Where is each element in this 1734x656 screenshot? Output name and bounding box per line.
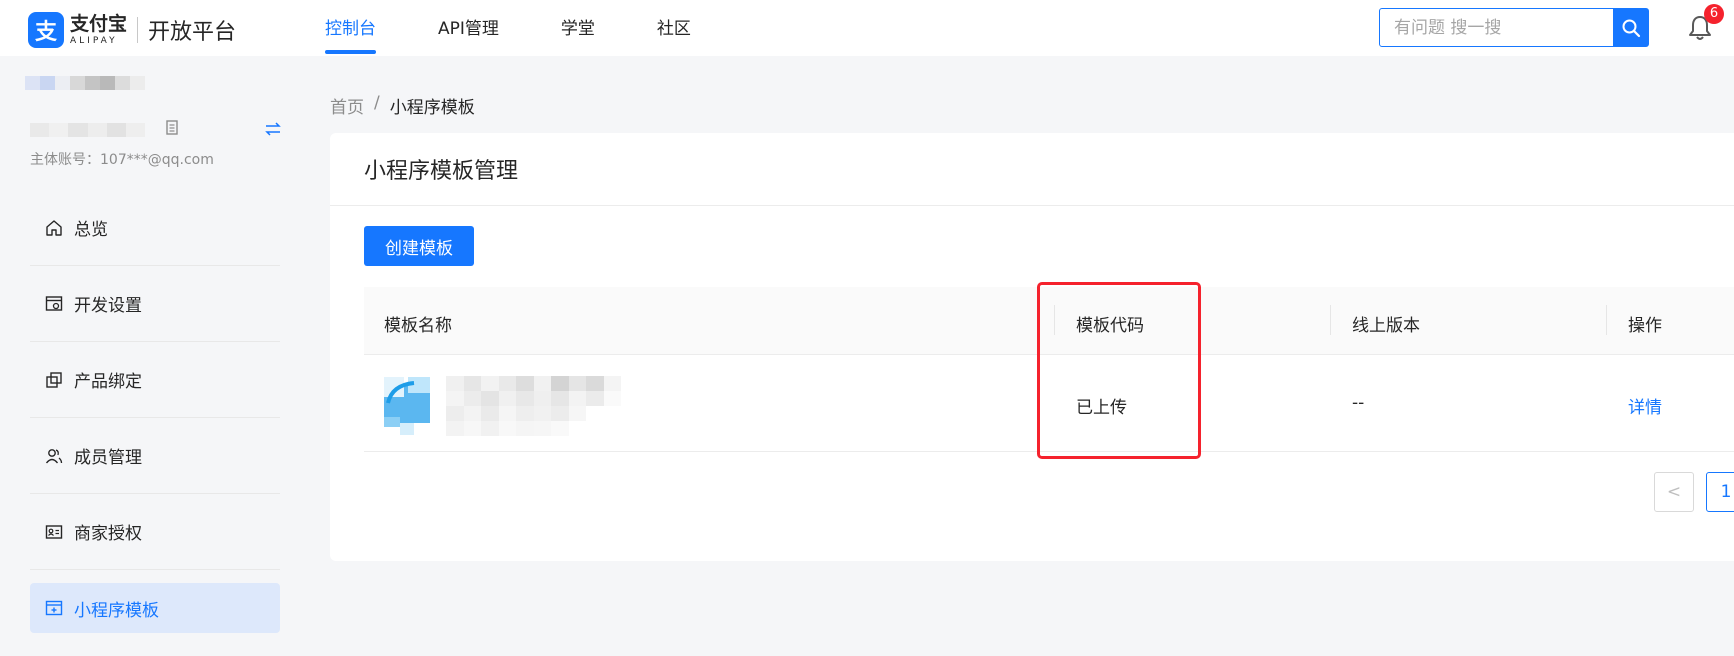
search-icon [1622, 19, 1640, 37]
search-button[interactable] [1613, 9, 1648, 46]
logo-en-text: ALIPAY [70, 35, 118, 46]
sidebar-item-overview[interactable]: 总览 [30, 190, 280, 266]
column-header-online-version: 线上版本 [1352, 316, 1420, 336]
sidebar-item-label: 商家授权 [74, 524, 142, 544]
sidebar-item-dev-settings[interactable]: 开发设置 [30, 266, 280, 342]
pagination-page-1[interactable]: 1 [1706, 472, 1734, 512]
home-icon [44, 218, 64, 238]
sidebar-item-mini-program-templates[interactable]: 小程序模板 [30, 583, 280, 633]
search-input[interactable] [1380, 9, 1613, 46]
switch-account-icon[interactable] [265, 122, 281, 136]
sidebar-item-label: 产品绑定 [74, 372, 142, 392]
sidebar: 主体账号：107***@qq.com 总览 开发设置 产品绑定 成员管理 商家授… [0, 56, 300, 656]
sidebar-item-label: 成员管理 [74, 448, 142, 468]
sidebar-item-label: 总览 [74, 220, 108, 240]
template-icon [44, 598, 64, 618]
template-management-card: 小程序模板管理 创建模板 模板名称 模板代码 线上版本 操作 已上传 -- 详情 [330, 133, 1734, 561]
column-header-name: 模板名称 [384, 316, 452, 336]
page-title: 小程序模板管理 [364, 159, 519, 184]
breadcrumb-separator: / [374, 93, 380, 113]
logo-wordmark: 支付宝 ALIPAY [70, 12, 128, 46]
mini-program-icon [384, 377, 430, 435]
nav-console[interactable]: 控制台 [325, 0, 376, 56]
breadcrumb-home[interactable]: 首页 [330, 93, 364, 118]
search-box [1379, 8, 1649, 47]
online-version-cell: -- [1352, 393, 1365, 413]
details-link[interactable]: 详情 [1628, 393, 1662, 418]
account-name-redacted [30, 123, 146, 137]
column-separator [1330, 305, 1331, 335]
account-avatar-redacted [25, 76, 145, 104]
nav-api-management[interactable]: API管理 [438, 0, 499, 56]
alipay-logo[interactable]: 支 支付宝 ALIPAY 开放平台 [28, 12, 236, 48]
id-card-icon [44, 522, 64, 542]
sidebar-item-members[interactable]: 成员管理 [30, 418, 280, 494]
top-bar: 支 支付宝 ALIPAY 开放平台 控制台 API管理 学堂 社区 6 [0, 0, 1734, 56]
sidebar-item-merchant-auth[interactable]: 商家授权 [30, 494, 280, 570]
main-account-label: 主体账号：107***@qq.com [30, 152, 214, 168]
sidebar-item-label: 小程序模板 [74, 600, 159, 621]
logo-cn-text: 支付宝 [70, 12, 128, 35]
template-name-redacted [446, 376, 621, 436]
breadcrumb: 首页 / 小程序模板 [330, 93, 475, 118]
platform-name: 开放平台 [148, 20, 237, 45]
column-header-actions: 操作 [1628, 316, 1662, 336]
alipay-logo-icon: 支 [28, 12, 64, 48]
create-template-button[interactable]: 创建模板 [364, 226, 474, 266]
settings-window-icon [44, 294, 64, 314]
sidebar-item-product-binding[interactable]: 产品绑定 [30, 342, 280, 418]
top-navigation: 控制台 API管理 学堂 社区 [325, 0, 753, 56]
card-divider [330, 205, 1734, 206]
logo-divider [137, 17, 139, 43]
highlight-box [1037, 282, 1201, 459]
pagination-prev-button[interactable]: < [1654, 472, 1694, 512]
copy-icon[interactable] [166, 120, 180, 136]
column-separator [1606, 305, 1607, 335]
sidebar-menu: 总览 开发设置 产品绑定 成员管理 商家授权 小程序模板 [30, 190, 280, 633]
sidebar-item-label: 开发设置 [74, 296, 142, 316]
breadcrumb-current: 小程序模板 [389, 98, 475, 118]
nav-community[interactable]: 社区 [657, 0, 691, 56]
nav-school[interactable]: 学堂 [561, 0, 595, 56]
users-icon [44, 446, 64, 466]
notification-badge: 6 [1704, 4, 1724, 24]
link-icon [44, 370, 64, 390]
